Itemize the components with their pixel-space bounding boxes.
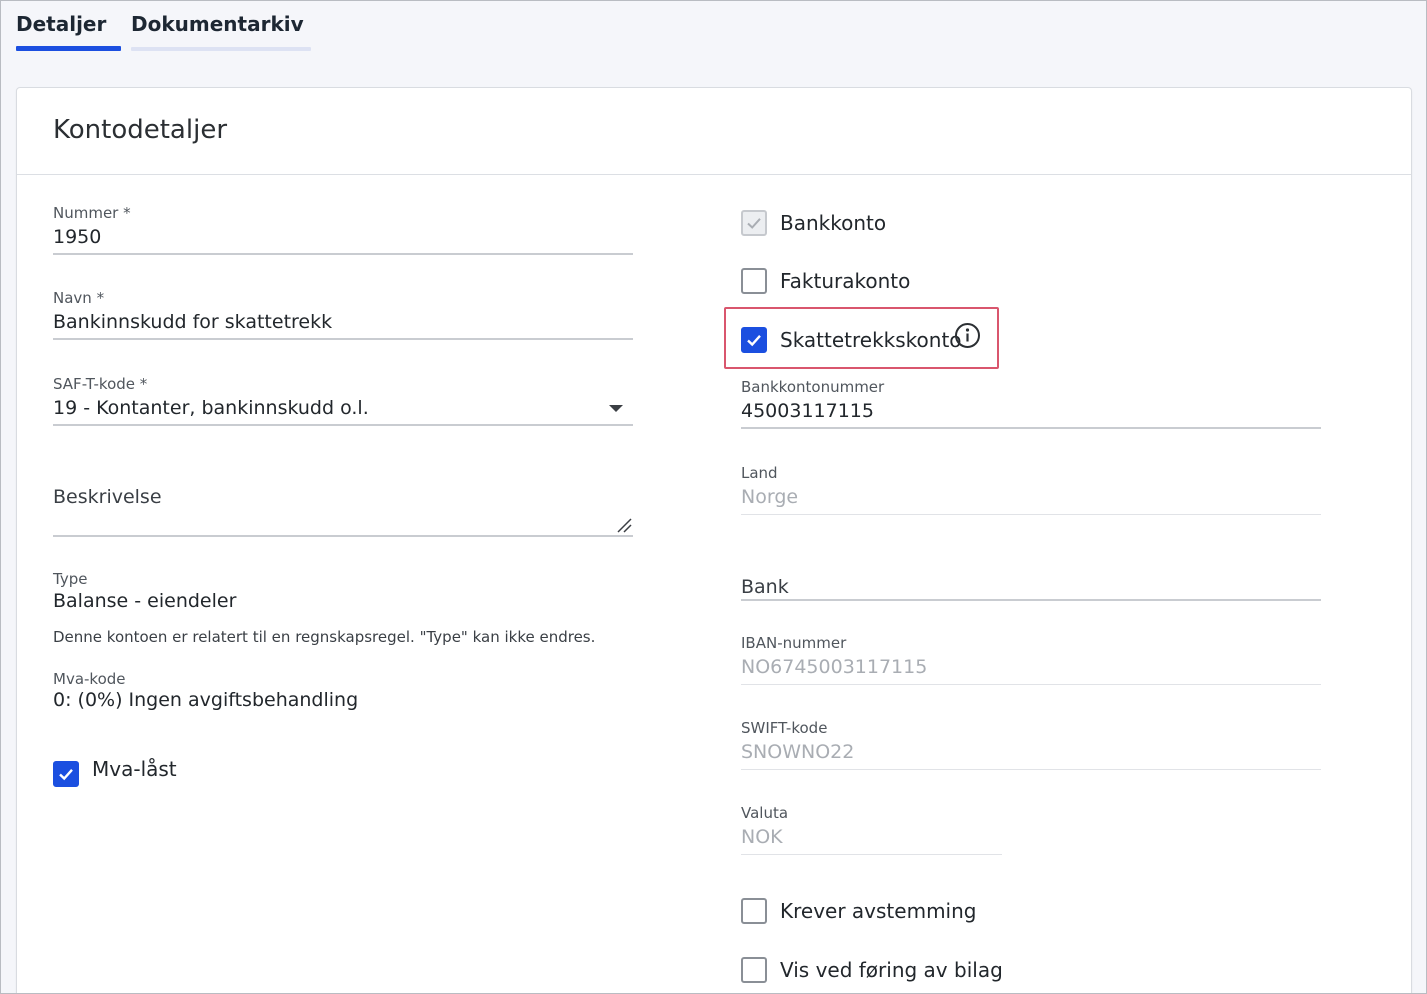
bankkontonummer-underline bbox=[741, 427, 1321, 429]
bankkontonummer-label: Bankkontonummer bbox=[741, 378, 885, 396]
mva-laast-checkbox[interactable]: Mva-låst bbox=[53, 757, 177, 787]
fakturakonto-checkbox[interactable]: Fakturakonto bbox=[741, 268, 910, 294]
skattetrekkskonto-label: Skattetrekkskonto bbox=[780, 328, 962, 352]
vis-ved-foring-checkbox[interactable]: Vis ved føring av bilag bbox=[741, 957, 1003, 983]
valuta-underline bbox=[741, 854, 1002, 855]
navn-underline bbox=[53, 338, 633, 340]
tab-active-indicator bbox=[16, 46, 121, 51]
valuta-field: Valuta NOK bbox=[741, 804, 1002, 856]
tab-indicator bbox=[131, 47, 311, 51]
checkbox-empty-icon[interactable] bbox=[741, 898, 767, 924]
krever-avstemming-label: Krever avstemming bbox=[780, 899, 977, 923]
card-divider bbox=[17, 174, 1411, 175]
land-field: Land Norge bbox=[741, 464, 1321, 516]
navn-label: Navn * bbox=[53, 289, 105, 307]
iban-underline bbox=[741, 684, 1321, 685]
valuta-value: NOK bbox=[741, 826, 783, 848]
swift-underline bbox=[741, 769, 1321, 770]
bankkonto-checkbox[interactable]: Bankkonto bbox=[741, 210, 886, 236]
checkbox-empty-icon[interactable] bbox=[741, 957, 767, 983]
beskrivelse-placeholder: Beskrivelse bbox=[53, 486, 162, 508]
iban-value: NO6745003117115 bbox=[741, 656, 928, 678]
resize-handle-icon[interactable] bbox=[616, 517, 632, 533]
account-details-card: Kontodetaljer Nummer * 1950 Navn * Banki… bbox=[16, 87, 1412, 994]
mva-kode-value: 0: (0%) Ingen avgiftsbehandling bbox=[53, 689, 359, 711]
tab-dokumentarkiv[interactable]: Dokumentarkiv bbox=[131, 10, 311, 54]
mva-kode-label: Mva-kode bbox=[53, 670, 126, 688]
saft-underline bbox=[53, 424, 633, 426]
nummer-label: Nummer * bbox=[53, 204, 131, 222]
iban-field: IBAN-nummer NO6745003117115 bbox=[741, 634, 1321, 686]
type-note: Denne kontoen er relatert til en regnska… bbox=[53, 628, 596, 646]
land-value: Norge bbox=[741, 486, 799, 508]
checkbox-disabled-checked-icon bbox=[741, 210, 767, 236]
saft-kode-select[interactable]: SAF-T-kode * 19 - Kontanter, bankinnskud… bbox=[53, 375, 633, 427]
valuta-label: Valuta bbox=[741, 804, 789, 822]
checkbox-checked-icon[interactable] bbox=[53, 761, 79, 787]
iban-label: IBAN-nummer bbox=[741, 634, 847, 652]
nummer-value: 1950 bbox=[53, 226, 102, 248]
mva-laast-label: Mva-låst bbox=[92, 757, 177, 781]
card-title: Kontodetaljer bbox=[53, 115, 228, 145]
checkbox-checked-icon[interactable] bbox=[741, 327, 767, 353]
nummer-underline bbox=[53, 253, 633, 255]
beskrivelse-textarea[interactable]: Beskrivelse bbox=[53, 482, 633, 538]
info-icon[interactable] bbox=[954, 322, 981, 349]
skattetrekkskonto-checkbox[interactable]: Skattetrekkskonto bbox=[741, 327, 962, 353]
nummer-field[interactable]: Nummer * 1950 bbox=[53, 204, 633, 256]
swift-value: SNOWNO22 bbox=[741, 741, 855, 763]
saft-label: SAF-T-kode * bbox=[53, 375, 148, 393]
land-underline bbox=[741, 514, 1321, 515]
beskrivelse-underline bbox=[53, 535, 633, 537]
land-label: Land bbox=[741, 464, 778, 482]
krever-avstemming-checkbox[interactable]: Krever avstemming bbox=[741, 898, 976, 924]
chevron-down-icon[interactable] bbox=[609, 405, 623, 412]
swift-field: SWIFT-kode SNOWNO22 bbox=[741, 719, 1321, 771]
tab-detaljer-label: Detaljer bbox=[16, 12, 107, 36]
bank-field[interactable]: Bank bbox=[741, 572, 1321, 602]
bankkontonummer-field[interactable]: Bankkontonummer 45003117115 bbox=[741, 378, 1321, 430]
fakturakonto-label: Fakturakonto bbox=[780, 269, 911, 293]
type-value: Balanse - eiendeler bbox=[53, 590, 237, 612]
navn-field[interactable]: Navn * Bankinnskudd for skattetrekk bbox=[53, 289, 633, 341]
checkbox-empty-icon[interactable] bbox=[741, 268, 767, 294]
bank-placeholder: Bank bbox=[741, 576, 789, 598]
bankkonto-label: Bankkonto bbox=[780, 211, 887, 235]
tab-detaljer[interactable]: Detaljer bbox=[16, 10, 121, 54]
tab-dokumentarkiv-label: Dokumentarkiv bbox=[131, 12, 304, 36]
bankkontonummer-value: 45003117115 bbox=[741, 400, 874, 422]
bank-underline bbox=[741, 599, 1321, 601]
vis-ved-foring-label: Vis ved føring av bilag bbox=[780, 958, 1003, 982]
navn-value: Bankinnskudd for skattetrekk bbox=[53, 311, 333, 333]
swift-label: SWIFT-kode bbox=[741, 719, 828, 737]
type-label: Type bbox=[53, 570, 88, 588]
saft-value: 19 - Kontanter, bankinnskudd o.l. bbox=[53, 397, 369, 419]
